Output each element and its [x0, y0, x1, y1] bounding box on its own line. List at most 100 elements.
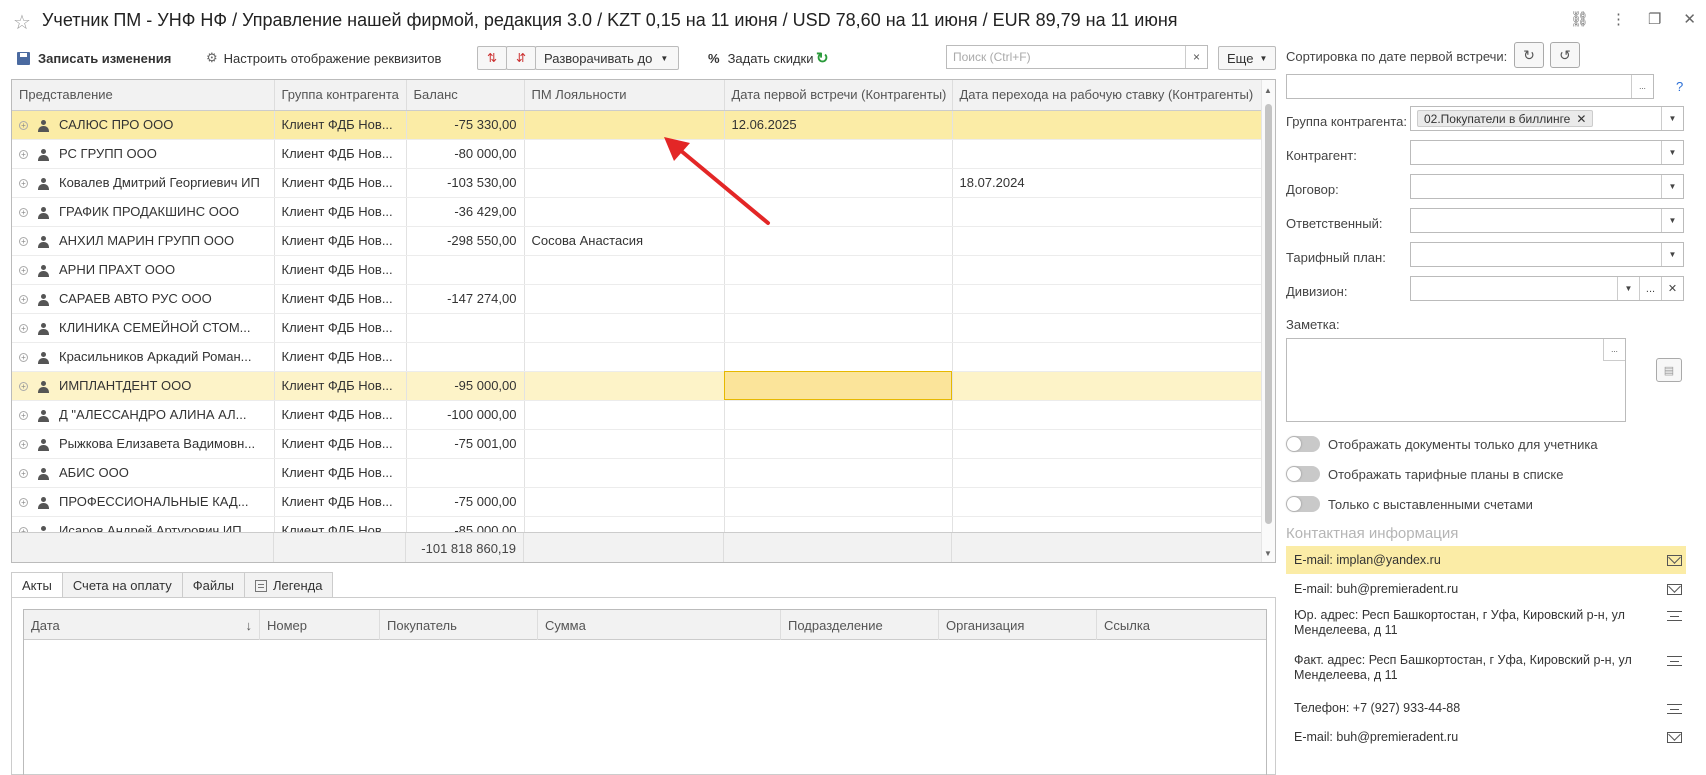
cell-group[interactable]: Клиент ФДБ Нов...: [274, 487, 407, 517]
cell-rate-date[interactable]: [952, 342, 1263, 372]
col-header-first-meeting[interactable]: Дата первой встречи (Контрагенты): [724, 80, 953, 111]
cell-loyalty[interactable]: [524, 487, 725, 517]
tariff-field[interactable]: ▼: [1410, 242, 1684, 267]
cell-balance[interactable]: [406, 458, 525, 488]
mail-icon[interactable]: [1667, 731, 1682, 746]
cell-balance[interactable]: -100 000,00: [406, 400, 525, 430]
clear-search-icon[interactable]: ×: [1185, 46, 1207, 68]
acts-col-buyer[interactable]: Покупатель: [380, 610, 538, 640]
cell-rate-date[interactable]: [952, 371, 1263, 401]
cell-group[interactable]: Клиент ФДБ Нов...: [274, 110, 407, 140]
ellipsis-icon[interactable]: ...: [1631, 75, 1653, 98]
cell-balance[interactable]: -147 274,00: [406, 284, 525, 314]
cell-name[interactable]: + Д "АЛЕССАНДРО АЛИНА АЛ...: [12, 400, 275, 430]
table-row[interactable]: + САРАЕВ АВТО РУС ООО Клиент ФДБ Нов... -14…: [12, 284, 1263, 314]
expand-icon[interactable]: +: [19, 208, 28, 218]
cell-name[interactable]: + САРАЕВ АВТО РУС ООО: [12, 284, 275, 314]
more-button[interactable]: Еще ▼: [1218, 46, 1276, 70]
cell-rate-date[interactable]: [952, 255, 1263, 285]
cell-group[interactable]: Клиент ФДБ Нов...: [274, 197, 407, 227]
cell-name[interactable]: + АРНИ ПРАХТ ООО: [12, 255, 275, 285]
cell-group[interactable]: Клиент ФДБ Нов...: [274, 168, 407, 198]
toggle-row-tariffs[interactable]: Отображать тарифные планы в списке: [1286, 464, 1564, 484]
table-row[interactable]: + КЛИНИКА СЕМЕЙНОЙ СТОМ... Клиент ФДБ Нов.…: [12, 313, 1263, 343]
cell-loyalty[interactable]: [524, 371, 725, 401]
remove-tag-icon[interactable]: ✕: [1576, 112, 1586, 126]
cell-name[interactable]: + РС ГРУПП ООО: [12, 139, 275, 169]
contract-field[interactable]: ▼: [1410, 174, 1684, 199]
contact-item[interactable]: Юр. адрес: Респ Башкортостан, г Уфа, Кир…: [1286, 604, 1686, 648]
tab-legend[interactable]: Легенда: [244, 572, 334, 598]
scroll-up-icon[interactable]: ▲: [1264, 86, 1272, 95]
cell-first-meeting[interactable]: [724, 342, 953, 372]
cell-name[interactable]: + Рыжкова Елизавета Вадимовн...: [12, 429, 275, 459]
grid-scrollbar[interactable]: ▲ ▼: [1261, 80, 1275, 562]
col-header-group[interactable]: Группа контрагента: [274, 80, 407, 111]
table-row[interactable]: + ИМПЛАНТДЕНТ ООО Клиент ФДБ Нов... -95 000…: [12, 371, 1263, 401]
cell-loyalty[interactable]: [524, 429, 725, 459]
cell-name[interactable]: + ПРОФЕССИОНАЛЬНЫЕ КАД...: [12, 487, 275, 517]
table-row[interactable]: + Д "АЛЕССАНДРО АЛИНА АЛ... Клиент ФДБ Нов…: [12, 400, 1263, 430]
cell-rate-date[interactable]: [952, 487, 1263, 517]
table-row[interactable]: + АНХИЛ МАРИН ГРУПП ООО Клиент ФДБ Нов... -…: [12, 226, 1263, 256]
cell-rate-date[interactable]: [952, 139, 1263, 169]
expand-icon[interactable]: +: [19, 382, 28, 392]
contact-item[interactable]: E-mail: implan@yandex.ru: [1286, 546, 1686, 574]
acts-col-date[interactable]: Дата ↓: [24, 610, 260, 640]
cell-first-meeting[interactable]: [724, 458, 953, 488]
sort-reset-button[interactable]: ↺: [1550, 42, 1580, 68]
cell-rate-date[interactable]: [952, 458, 1263, 488]
cell-balance[interactable]: -298 550,00: [406, 226, 525, 256]
division-field[interactable]: ▼ ... ✕: [1410, 276, 1684, 301]
cell-name[interactable]: + Ковалев Дмитрий Георгиевич ИП: [12, 168, 275, 198]
details-icon[interactable]: [1667, 654, 1682, 669]
more-vertical-icon[interactable]: ⋮: [1611, 10, 1626, 28]
details-icon[interactable]: [1667, 609, 1682, 624]
cell-group[interactable]: Клиент ФДБ Нов...: [274, 226, 407, 256]
cell-name[interactable]: + Красильников Аркадий Роман...: [12, 342, 275, 372]
cell-rate-date[interactable]: [952, 400, 1263, 430]
cell-group[interactable]: Клиент ФДБ Нов...: [274, 284, 407, 314]
refresh-button[interactable]: ↻: [816, 46, 829, 70]
acts-col-link[interactable]: Ссылка: [1097, 610, 1266, 640]
cell-balance[interactable]: [406, 342, 525, 372]
expand-icon[interactable]: +: [19, 121, 28, 131]
cell-balance[interactable]: -36 429,00: [406, 197, 525, 227]
note-save-button[interactable]: ▤: [1656, 358, 1682, 382]
toggle-row-invoices[interactable]: Только с выставленными счетами: [1286, 494, 1533, 514]
cell-balance[interactable]: -75 001,00: [406, 429, 525, 459]
cell-group[interactable]: Клиент ФДБ Нов...: [274, 139, 407, 169]
table-row[interactable]: + ГРАФИК ПРОДАКШИНС ООО Клиент ФДБ Нов... -…: [12, 197, 1263, 227]
expand-icon[interactable]: +: [19, 324, 28, 334]
col-header-balance[interactable]: Баланс: [406, 80, 525, 111]
expand-icon[interactable]: +: [19, 498, 28, 508]
expand-icon[interactable]: +: [19, 295, 28, 305]
discount-button[interactable]: % Задать скидки: [708, 46, 814, 70]
cell-balance[interactable]: -75 000,00: [406, 487, 525, 517]
chevron-down-icon[interactable]: ▼: [1617, 277, 1639, 300]
cell-rate-date[interactable]: 18.07.2024: [952, 168, 1263, 198]
table-row[interactable]: + АБИС ООО Клиент ФДБ Нов...: [12, 458, 1263, 488]
col-header-loyalty[interactable]: ПМ Лояльности: [524, 80, 725, 111]
details-icon[interactable]: [1667, 702, 1682, 717]
counterparty-field[interactable]: ▼: [1410, 140, 1684, 165]
mail-icon[interactable]: [1667, 583, 1682, 598]
toggle-invoices-switch[interactable]: [1286, 496, 1320, 512]
cell-balance[interactable]: -80 000,00: [406, 139, 525, 169]
table-row[interactable]: + Ковалев Дмитрий Георгиевич ИП Клиент ФДБ…: [12, 168, 1263, 198]
table-row[interactable]: + Красильников Аркадий Роман... Клиент ФДБ…: [12, 342, 1263, 372]
toggle-row-docs[interactable]: Отображать документы только для учетника: [1286, 434, 1598, 454]
cell-rate-date[interactable]: [952, 313, 1263, 343]
tab-acts[interactable]: Акты: [11, 572, 63, 598]
expand-icon[interactable]: +: [19, 150, 28, 160]
contact-item[interactable]: E-mail: buh@premieradent.ru: [1286, 575, 1686, 603]
cell-group[interactable]: Клиент ФДБ Нов...: [274, 255, 407, 285]
chevron-down-icon[interactable]: ▼: [1661, 209, 1683, 232]
help-icon[interactable]: ?: [1676, 79, 1683, 94]
sort-refresh-button[interactable]: ↻: [1514, 42, 1544, 68]
group-field[interactable]: 02.Покупатели в биллинге ✕ ▼: [1410, 106, 1684, 131]
cell-rate-date[interactable]: [952, 226, 1263, 256]
cell-name[interactable]: + ГРАФИК ПРОДАКШИНС ООО: [12, 197, 275, 227]
table-row[interactable]: + РС ГРУПП ООО Клиент ФДБ Нов... -80 000,00: [12, 139, 1263, 169]
contact-item[interactable]: Факт. адрес: Респ Башкортостан, г Уфа, К…: [1286, 649, 1686, 693]
